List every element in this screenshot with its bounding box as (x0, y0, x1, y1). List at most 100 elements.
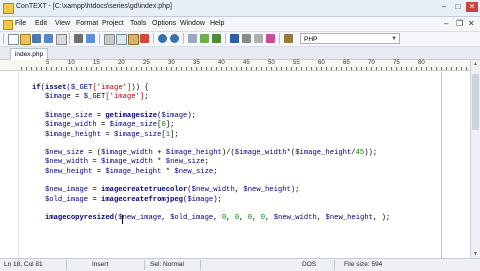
ruler-tick (396, 67, 397, 70)
toolbar-separator (99, 33, 100, 44)
new-file-icon[interactable] (8, 34, 19, 45)
ruler-tick (156, 67, 157, 70)
ruler-tick (316, 67, 317, 70)
maximize-button[interactable]: □ (452, 2, 464, 12)
ruler-tick (261, 67, 262, 70)
menu-help[interactable]: Help (210, 20, 224, 27)
doc-close-icon[interactable]: ✕ (468, 19, 475, 28)
toolbar-separator (279, 33, 280, 44)
code-token: = (70, 93, 84, 102)
tab-index-php[interactable]: index.php (10, 48, 48, 60)
ruler-tick (76, 67, 77, 70)
ruler-label: 25 (143, 60, 150, 66)
scroll-up-icon[interactable]: ▲ (472, 61, 479, 67)
ruler-tick (146, 67, 147, 70)
word-wrap-icon[interactable] (230, 34, 239, 43)
print-preview-icon[interactable] (86, 34, 95, 43)
close-button[interactable]: ✕ (466, 2, 478, 12)
minimize-button[interactable]: – (438, 2, 450, 12)
code-token: = (92, 111, 106, 120)
menu-format[interactable]: Format (76, 20, 98, 27)
doc-minimize-icon[interactable]: – (444, 19, 448, 28)
indent-icon[interactable] (242, 34, 251, 43)
code-editor[interactable]: if(isset($_GET['image'])) { $image = $_G… (19, 71, 470, 258)
print-icon[interactable] (74, 34, 83, 43)
ruler-tick (236, 67, 237, 70)
unindent-icon[interactable] (254, 34, 263, 43)
save-icon[interactable] (32, 34, 41, 43)
paste-icon[interactable] (128, 34, 139, 45)
highlighter-select[interactable]: PHP ▼ (300, 33, 400, 44)
code-token: $new_height (325, 214, 373, 223)
ruler-tick (291, 67, 292, 70)
insert-mode: Insert (92, 261, 109, 268)
ruler-tick (86, 67, 87, 70)
code-line: imagecopyresized($new_image, $old_image,… (32, 214, 390, 222)
code-token: $image_height (295, 149, 352, 158)
execute-icon[interactable] (266, 34, 275, 43)
ruler-tick (71, 67, 72, 70)
toolbar-separator (69, 33, 70, 44)
code-token: getimagesize (105, 111, 158, 120)
code-token: )) { (131, 84, 149, 92)
code-token: $image_width (101, 158, 153, 167)
code-token: ; (204, 158, 209, 167)
toolbar-separator (225, 33, 226, 44)
line-ending-format: DOS (302, 261, 317, 268)
scroll-thumb[interactable] (472, 74, 479, 130)
ruler-tick (276, 67, 277, 70)
find-icon[interactable] (188, 34, 197, 43)
code-token: = (88, 195, 102, 204)
menu-tools[interactable]: Tools (130, 20, 146, 27)
highlighter-value: PHP (304, 36, 318, 43)
ruler-tick (266, 67, 267, 70)
highlighter-icon (284, 34, 293, 43)
ruler-tick (176, 67, 177, 70)
copy-icon[interactable] (116, 34, 127, 45)
code-token: ); (290, 186, 300, 195)
ruler-tick (106, 67, 107, 70)
cut-icon[interactable] (104, 34, 115, 45)
code-token: = ( (83, 149, 102, 158)
redo-icon[interactable] (170, 34, 179, 43)
delete-icon[interactable] (140, 34, 149, 43)
toolbar-separator (183, 33, 184, 44)
code-token: $image_height (165, 149, 222, 158)
menu-window[interactable]: Window (180, 20, 205, 27)
ruler-tick (211, 67, 212, 70)
code-token: $old_image (32, 195, 89, 204)
menu-view[interactable]: View (55, 20, 70, 27)
menu-project[interactable]: Project (102, 20, 124, 27)
ruler-tick (241, 67, 242, 70)
goto-icon[interactable] (212, 34, 221, 43)
code-token: $new_image (118, 214, 162, 223)
code-line: if(isset($_GET['image'])) { (32, 84, 149, 92)
save-all-icon[interactable] (44, 34, 53, 43)
code-token: ['image'] (92, 84, 132, 92)
ruler-tick (21, 67, 22, 70)
right-margin-line (441, 71, 442, 258)
scroll-down-icon[interactable]: ▼ (472, 251, 479, 257)
ruler-tick (336, 67, 337, 70)
ruler-tick (166, 67, 167, 70)
window-title: ConTEXT - [C:\xampp\htdocs\series\gd\ind… (16, 3, 172, 10)
menu-options[interactable]: Options (152, 20, 176, 27)
doc-restore-icon[interactable]: ❐ (456, 19, 463, 28)
ruler-label: 30 (168, 60, 175, 66)
code-token: $image (161, 111, 188, 120)
undo-icon[interactable] (158, 34, 167, 43)
ruler-tick (91, 67, 92, 70)
code-token: ]; (165, 121, 175, 130)
ruler-tick (221, 67, 222, 70)
ruler-tick (206, 67, 207, 70)
code-token: $new_width (191, 186, 235, 195)
code-line: $new_height = $image_height * $new_size; (32, 168, 218, 176)
close-file-icon[interactable] (56, 34, 67, 45)
menu-edit[interactable]: Edit (35, 20, 47, 27)
menu-file[interactable]: File (15, 20, 26, 27)
code-line: $image_height = $image_size[1]; (32, 131, 179, 139)
open-folder-icon[interactable] (20, 34, 31, 45)
find-replace-icon[interactable] (200, 34, 209, 43)
ruler-tick (161, 67, 162, 70)
vertical-scrollbar[interactable]: ▲ ▼ (470, 60, 480, 258)
